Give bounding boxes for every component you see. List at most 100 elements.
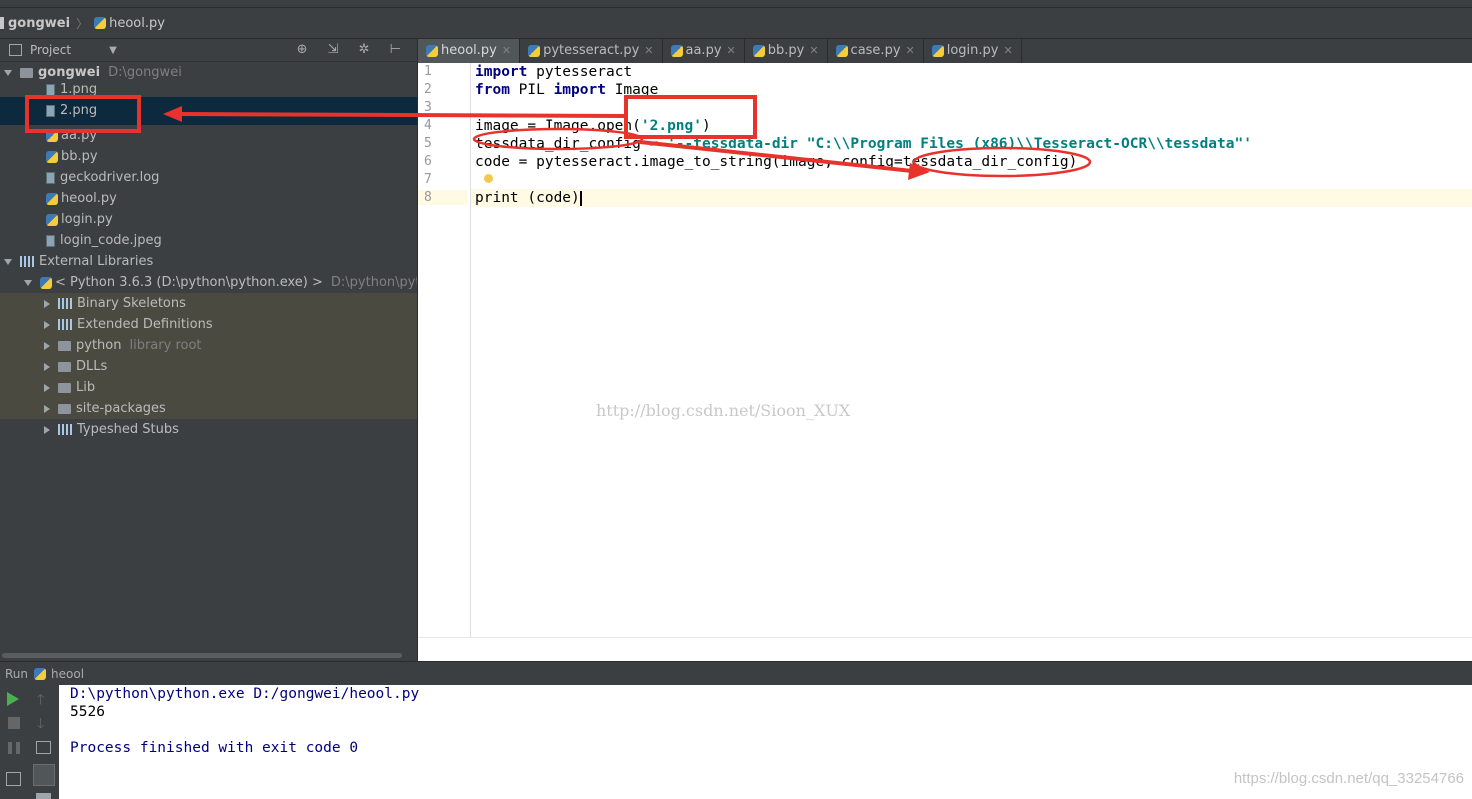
line-number: 7: [424, 172, 432, 187]
collapse-arrow-icon[interactable]: [44, 404, 50, 413]
tree-library[interactable]: Typeshed Stubs: [0, 419, 417, 440]
code-line-2: from PIL import Image: [475, 82, 659, 98]
library-label: python: [76, 338, 122, 353]
window-top-strip: [0, 0, 1472, 8]
file-label: aa.py: [61, 128, 98, 143]
up-arrow-icon[interactable]: 🡑: [37, 692, 53, 708]
collapse-arrow-icon[interactable]: [44, 425, 50, 434]
layout-icon[interactable]: [6, 772, 21, 786]
tab-case[interactable]: case.py ✕: [828, 39, 924, 63]
tab-pytesseract[interactable]: pytesseract.py ✕: [520, 39, 663, 63]
file-label: login_code.jpeg: [60, 233, 162, 248]
tree-library[interactable]: Lib: [0, 377, 417, 398]
collapse-arrow-icon[interactable]: [44, 341, 50, 350]
current-line-highlight: [471, 189, 1472, 207]
collapse-arrow-icon[interactable]: [44, 362, 50, 371]
console-line: Process finished with exit code 0: [70, 740, 359, 756]
image-file-icon: [46, 83, 55, 96]
breadcrumb-project[interactable]: gongwei: [8, 16, 70, 31]
tree-file[interactable]: login_code.jpeg: [0, 230, 417, 251]
soft-wrap-icon[interactable]: [36, 741, 51, 754]
tree-horizontal-scrollbar[interactable]: [0, 651, 417, 660]
close-icon[interactable]: ✕: [1003, 44, 1012, 57]
close-icon[interactable]: ✕: [809, 44, 818, 57]
tree-file[interactable]: bb.py: [0, 146, 417, 167]
line-number: 6: [424, 154, 432, 169]
line-number: 1: [424, 64, 432, 79]
code-line-6: code = pytesseract.image_to_string(image…: [475, 154, 1078, 170]
folder-icon: [58, 361, 71, 372]
tree-file[interactable]: 1.png: [0, 83, 417, 97]
close-icon[interactable]: ✕: [644, 44, 653, 57]
chevron-down-icon[interactable]: ▼: [109, 45, 117, 56]
expand-arrow-icon[interactable]: [24, 279, 32, 286]
tab-label: bb.py: [767, 43, 805, 58]
print-icon[interactable]: [33, 764, 55, 786]
expand-arrow-icon[interactable]: [4, 258, 12, 265]
tab-heool[interactable]: heool.py ✕: [418, 39, 521, 63]
stop-icon[interactable]: [8, 717, 20, 729]
code-line-1: import pytesseract: [475, 64, 633, 80]
play-icon[interactable]: [7, 692, 19, 706]
close-icon[interactable]: ✕: [502, 44, 511, 57]
code-editor[interactable]: import pytesseract from PIL import Image…: [471, 63, 1472, 637]
tab-login[interactable]: login.py ✕: [924, 39, 1022, 63]
tree-file[interactable]: heool.py: [0, 188, 417, 209]
run-config-name[interactable]: heool: [51, 667, 84, 681]
tree-library[interactable]: python library root: [0, 335, 417, 356]
library-label: site-packages: [76, 401, 166, 416]
python-file-icon: [94, 17, 107, 29]
tree-interpreter[interactable]: < Python 3.6.3 (D:\python\python.exe) > D…: [0, 272, 417, 293]
tree-external-libraries[interactable]: External Libraries: [0, 251, 417, 272]
tab-aa[interactable]: aa.py ✕: [663, 39, 745, 63]
tree-root[interactable]: gongwei D:\gongwei: [0, 62, 417, 83]
breadcrumb-file[interactable]: heool.py: [109, 16, 165, 31]
project-view-icon: [9, 44, 22, 56]
line-number-gutter[interactable]: 1 2 3 4 5 6 7 8: [418, 63, 471, 637]
project-view-selector[interactable]: Project: [30, 43, 71, 57]
library-icon: [58, 424, 72, 435]
folder-icon: [58, 382, 71, 393]
tree-file[interactable]: login.py: [0, 209, 417, 230]
tab-label: heool.py: [441, 43, 497, 58]
tab-label: case.py: [850, 43, 901, 58]
python-file-icon: [752, 44, 765, 57]
python-file-icon: [670, 44, 683, 57]
text-cursor: [579, 190, 582, 206]
library-icon: [58, 319, 72, 330]
run-label: Run: [5, 667, 29, 681]
tree-library[interactable]: site-packages: [0, 398, 417, 419]
line-number: 2: [424, 82, 432, 97]
close-icon[interactable]: ✕: [727, 44, 736, 57]
tree-library[interactable]: DLLs: [0, 356, 417, 377]
collapse-arrow-icon[interactable]: [44, 320, 50, 329]
expand-arrow-icon[interactable]: [4, 69, 12, 76]
tree-file[interactable]: geckodriver.log: [0, 167, 417, 188]
library-label: Typeshed Stubs: [77, 422, 179, 437]
down-arrow-icon[interactable]: 🡓: [37, 716, 53, 732]
tab-label: aa.py: [685, 43, 722, 58]
code-line-5: tessdata_dir_config = '--tessdata-dir "C…: [475, 136, 1252, 152]
tree-file-selected[interactable]: 2.png: [0, 97, 417, 125]
tree-file[interactable]: aa.py: [0, 125, 417, 146]
watermark: http://blog.csdn.net/Sioon_XUX: [596, 401, 851, 420]
text-file-icon: [46, 171, 55, 184]
tree-library[interactable]: Binary Skeletons: [0, 293, 417, 314]
tree-library[interactable]: Extended Definitions: [0, 314, 417, 335]
library-label: DLLs: [76, 359, 108, 374]
root-name: gongwei: [38, 65, 101, 80]
code-line-8: print (code): [475, 190, 582, 206]
collapse-arrow-icon[interactable]: [44, 299, 50, 308]
collapse-arrow-icon[interactable]: [44, 383, 50, 392]
run-toolbar: 🡑 🡓: [0, 685, 59, 799]
project-toolbar-icons[interactable]: ⊕ ⇲ ✲ ⊢: [297, 42, 409, 57]
library-icon: [58, 298, 72, 309]
close-icon[interactable]: ✕: [906, 44, 915, 57]
scrollbar-thumb[interactable]: [2, 653, 402, 658]
folder-icon: [20, 67, 33, 78]
settings-icon[interactable]: [36, 793, 51, 799]
pause-icon[interactable]: [8, 742, 20, 754]
lightbulb-icon[interactable]: [484, 174, 493, 183]
tab-bb[interactable]: bb.py ✕: [745, 39, 828, 63]
tab-label: login.py: [946, 43, 999, 58]
